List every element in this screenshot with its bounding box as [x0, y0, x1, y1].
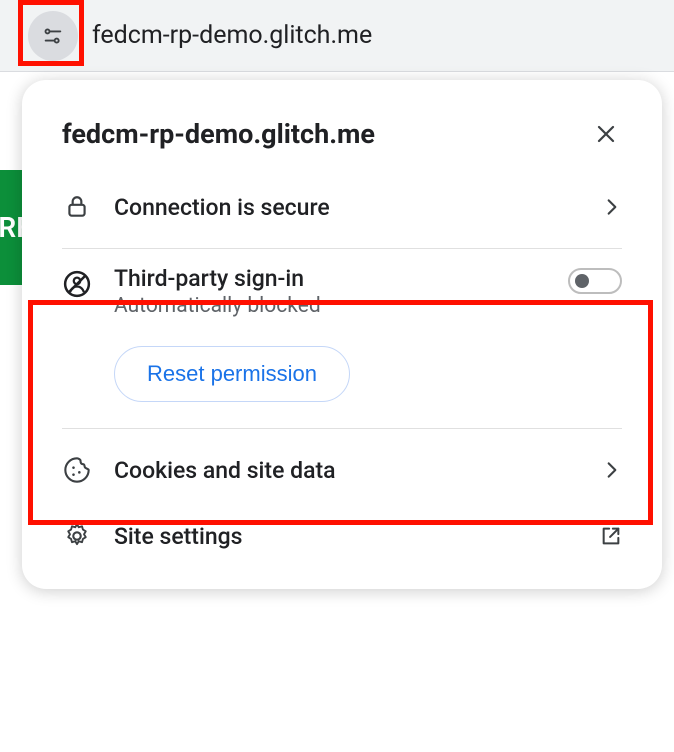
toggle-knob	[575, 274, 589, 288]
third-party-title: Third-party sign-in	[114, 265, 546, 292]
site-settings-row[interactable]: Site settings	[46, 503, 638, 569]
cookies-row[interactable]: Cookies and site data	[46, 437, 638, 503]
close-icon	[594, 122, 618, 146]
lock-icon	[62, 192, 92, 222]
address-bar: fedcm-rp-demo.glitch.me	[0, 0, 674, 72]
third-party-subtitle: Automatically blocked	[114, 294, 546, 318]
site-info-button[interactable]	[28, 11, 78, 61]
connection-label: Connection is secure	[114, 194, 580, 221]
popup-header: fedcm-rp-demo.glitch.me	[46, 106, 638, 174]
site-info-popup: fedcm-rp-demo.glitch.me Connection is se…	[22, 80, 662, 589]
site-settings-label: Site settings	[114, 523, 578, 550]
chevron-right-icon	[602, 197, 622, 217]
popup-title: fedcm-rp-demo.glitch.me	[62, 118, 375, 150]
gear-icon	[62, 521, 92, 551]
third-party-signin-section: Third-party sign-in Automatically blocke…	[46, 257, 638, 420]
connection-row[interactable]: Connection is secure	[46, 174, 638, 240]
cookies-label: Cookies and site data	[114, 457, 580, 484]
reset-permission-button[interactable]: Reset permission	[114, 346, 350, 402]
tune-icon	[42, 25, 64, 47]
url-text[interactable]: fedcm-rp-demo.glitch.me	[92, 21, 372, 50]
divider	[62, 248, 622, 249]
third-party-toggle[interactable]	[568, 268, 622, 294]
chevron-right-icon	[602, 460, 622, 480]
cookie-icon	[62, 455, 92, 485]
person-blocked-icon	[62, 269, 92, 299]
external-link-icon	[600, 525, 622, 547]
close-button[interactable]	[590, 118, 622, 150]
divider	[62, 428, 622, 429]
